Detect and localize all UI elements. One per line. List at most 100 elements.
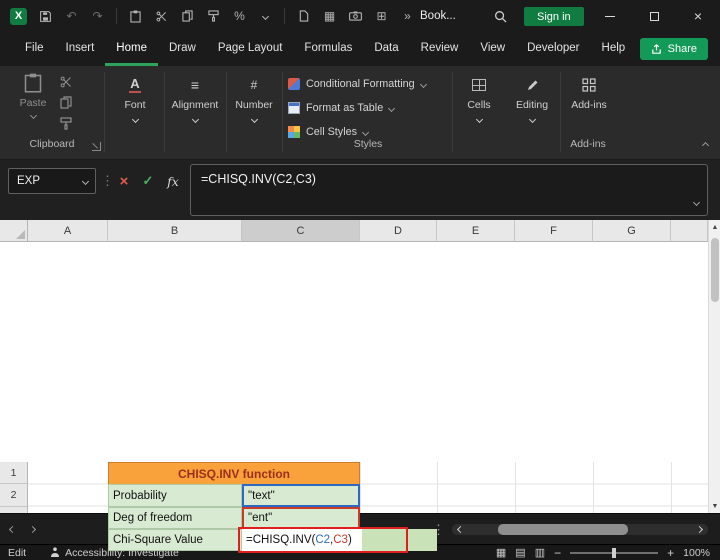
- percent-style-icon[interactable]: %: [232, 8, 247, 24]
- cut-icon[interactable]: [154, 8, 169, 24]
- scroll-down-icon[interactable]: ▼: [709, 499, 720, 513]
- paste-icon[interactable]: [128, 8, 143, 24]
- scroll-left-icon[interactable]: [456, 525, 465, 534]
- conditional-formatting-button[interactable]: Conditional Formatting: [288, 72, 448, 96]
- tab-help[interactable]: Help: [591, 32, 637, 66]
- format-painter-icon[interactable]: [206, 8, 221, 24]
- share-icon: [651, 43, 661, 54]
- tab-formulas[interactable]: Formulas: [293, 32, 363, 66]
- number-icon: #: [250, 78, 258, 92]
- share-button[interactable]: Share: [639, 38, 708, 60]
- clipboard-group-label: Clipboard: [29, 138, 75, 150]
- maximize-icon: [649, 11, 659, 21]
- save-icon[interactable]: [38, 8, 53, 24]
- column-header-F[interactable]: F: [515, 220, 593, 242]
- new-document-icon[interactable]: [296, 8, 311, 24]
- cut-icon[interactable]: [60, 76, 72, 88]
- tab-view[interactable]: View: [469, 32, 516, 66]
- cell-B1-title[interactable]: CHISQ.INV function: [108, 462, 360, 485]
- name-box[interactable]: EXP: [8, 168, 96, 194]
- insert-function-button[interactable]: fx: [161, 168, 185, 194]
- tab-page-layout[interactable]: Page Layout: [207, 32, 294, 66]
- page-break-view-icon[interactable]: ▥: [535, 547, 545, 559]
- undo-icon[interactable]: ↶: [64, 8, 79, 24]
- cell-B3[interactable]: Deg of freedom: [108, 507, 242, 529]
- column-header-G[interactable]: G: [593, 220, 671, 242]
- table-icon[interactable]: ▦: [322, 8, 337, 24]
- grid-view-icon[interactable]: ⊞: [374, 8, 389, 24]
- camera-icon[interactable]: [348, 8, 363, 24]
- paste-button[interactable]: Paste: [12, 73, 54, 120]
- column-header-partial[interactable]: [671, 220, 708, 242]
- cell-D4-fill[interactable]: [362, 529, 437, 551]
- cells-group-button[interactable]: Cells: [456, 77, 502, 124]
- paste-clipboard-icon: [24, 73, 42, 93]
- cancel-entry-button[interactable]: ×: [113, 168, 135, 194]
- cell-B4[interactable]: Chi-Square Value: [108, 529, 242, 551]
- page-layout-view-icon[interactable]: ▤: [515, 547, 525, 559]
- horizontal-scrollbar-thumb[interactable]: [498, 524, 628, 535]
- column-header-C[interactable]: C: [242, 220, 360, 242]
- column-header-B[interactable]: B: [108, 220, 242, 242]
- copy-icon[interactable]: [180, 8, 195, 24]
- tab-file[interactable]: File: [14, 32, 55, 66]
- zoom-out-button[interactable]: −: [554, 546, 561, 560]
- tab-draw[interactable]: Draw: [158, 32, 207, 66]
- zoom-level[interactable]: 100%: [683, 547, 710, 559]
- normal-view-icon[interactable]: ▦: [496, 547, 506, 559]
- accessibility-icon: [51, 547, 60, 557]
- redo-icon[interactable]: ↷: [90, 8, 105, 24]
- copy-icon[interactable]: [60, 96, 72, 109]
- cell-C4-formula-edit[interactable]: =CHISQ.INV(C2, C3): [242, 529, 362, 551]
- confirm-entry-button[interactable]: ✓: [137, 168, 159, 194]
- close-button[interactable]: ×: [676, 0, 720, 32]
- addins-button[interactable]: Add-ins: [564, 77, 614, 111]
- cell-C3[interactable]: "ent": [242, 507, 360, 529]
- maximize-button[interactable]: [632, 0, 676, 32]
- number-group-button[interactable]: # Number: [228, 77, 280, 124]
- formula-bar-expand-icon[interactable]: [692, 196, 701, 208]
- toolbar-overflow-icon[interactable]: »: [400, 8, 415, 24]
- toolbar-divider: [116, 8, 117, 24]
- row-header-1[interactable]: 1: [0, 462, 28, 484]
- chevron-down-icon: [419, 80, 427, 88]
- tab-review[interactable]: Review: [410, 32, 470, 66]
- column-header-E[interactable]: E: [437, 220, 515, 242]
- search-icon[interactable]: [494, 0, 507, 32]
- vertical-scrollbar-thumb[interactable]: [711, 238, 719, 302]
- document-title[interactable]: Book...: [420, 0, 456, 32]
- font-group-button[interactable]: A Font: [108, 77, 162, 124]
- column-header-A[interactable]: A: [28, 220, 108, 242]
- format-as-table-button[interactable]: Format as Table: [288, 96, 448, 120]
- zoom-in-button[interactable]: +: [667, 546, 674, 560]
- select-all-corner[interactable]: [0, 220, 28, 242]
- collapse-ribbon-button[interactable]: [701, 139, 710, 151]
- toolbar-dropdown-icon[interactable]: [258, 8, 273, 24]
- column-header-D[interactable]: D: [360, 220, 437, 242]
- cell-C2[interactable]: "text": [242, 484, 360, 507]
- scroll-right-icon[interactable]: [695, 525, 704, 534]
- cell-styles-icon: [288, 126, 300, 138]
- vertical-scrollbar[interactable]: ▲ ▼: [708, 220, 720, 513]
- scroll-up-icon[interactable]: ▲: [709, 220, 720, 234]
- tab-developer[interactable]: Developer: [516, 32, 590, 66]
- paste-dropdown-icon: [29, 111, 37, 120]
- tab-home[interactable]: Home: [105, 32, 158, 66]
- sign-in-button[interactable]: Sign in: [524, 7, 584, 26]
- formula-input[interactable]: =CHISQ.INV(C2,C3): [190, 164, 708, 216]
- tab-insert[interactable]: Insert: [55, 32, 106, 66]
- editing-group-button[interactable]: Editing: [506, 77, 558, 124]
- row-header-2[interactable]: 2: [0, 484, 28, 507]
- minimize-button[interactable]: [588, 0, 632, 32]
- tab-data[interactable]: Data: [363, 32, 409, 66]
- excel-logo-icon[interactable]: X: [10, 7, 27, 25]
- alignment-group-button[interactable]: ≡ Alignment: [166, 77, 224, 124]
- horizontal-scrollbar[interactable]: [452, 524, 708, 535]
- formula-ref-C3: C3: [333, 534, 348, 546]
- next-sheet-icon[interactable]: [28, 525, 37, 534]
- zoom-slider[interactable]: [570, 548, 659, 558]
- previous-sheet-icon[interactable]: [8, 525, 17, 534]
- zoom-slider-thumb[interactable]: [612, 548, 617, 558]
- cell-B2[interactable]: Probability: [108, 484, 242, 507]
- format-painter-icon[interactable]: [60, 117, 72, 130]
